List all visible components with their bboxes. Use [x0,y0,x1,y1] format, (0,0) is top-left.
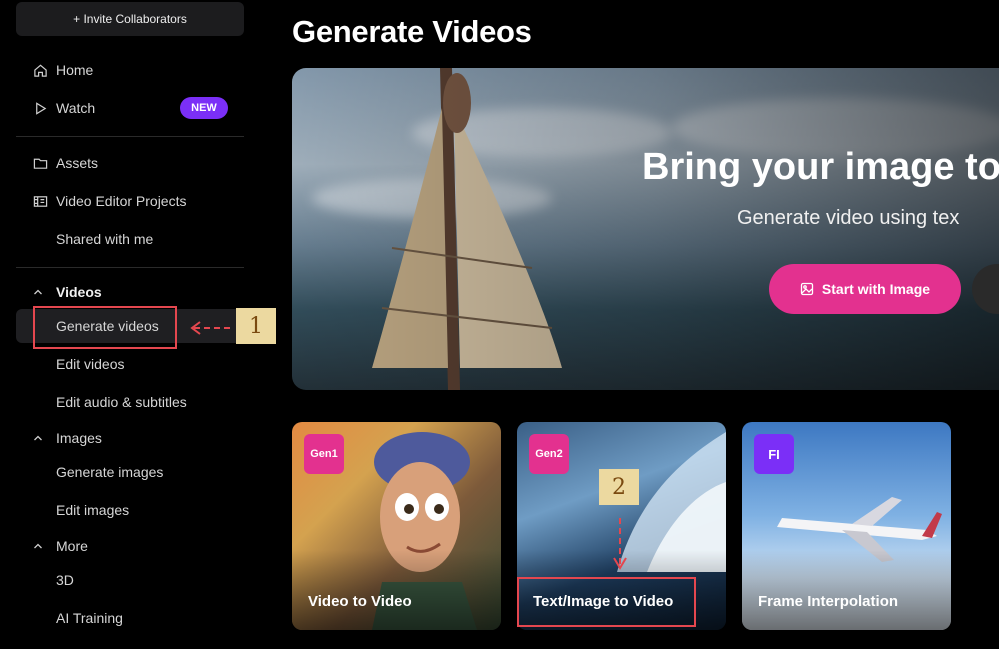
sidebar-item-label: Shared with me [56,231,154,247]
page-title: Generate Videos [292,14,532,49]
hero-banner: Bring your image to Generate video using… [292,68,999,390]
sidebar-item-label: Edit videos [56,356,125,372]
sidebar-item-label: AI Training [56,610,123,626]
step-marker-2: 2 [599,469,639,505]
sidebar-item-label: Video Editor Projects [56,193,187,209]
card-label: Frame Interpolation [758,593,899,610]
hero-subtitle: Generate video using tex [737,207,960,229]
invite-collaborators-button[interactable]: + Invite Collaborators [16,2,244,36]
gen1-badge: Gen1 [304,434,344,474]
sidebar-item-ai-training[interactable]: AI Training [16,601,244,635]
card-fade [292,550,501,630]
sidebar-item-label: 3D [56,572,74,588]
home-icon [32,62,48,78]
chevron-up-icon [32,286,44,298]
new-badge: NEW [180,97,228,119]
sidebar-section-label: Images [56,430,102,446]
sidebar-item-label: Assets [56,155,99,171]
sidebar-item-label: Edit audio & subtitles [56,394,187,410]
highlight-box-generate-videos [33,306,177,349]
divider [16,136,244,137]
sidebar-item-assets[interactable]: Assets [16,146,244,180]
sidebar-item-edit-audio-subtitles[interactable]: Edit audio & subtitles [16,385,244,419]
sidebar-item-label: Edit images [56,502,130,518]
sidebar-item-edit-videos[interactable]: Edit videos [16,347,244,381]
sidebar-item-edit-images[interactable]: Edit images [16,493,244,527]
sidebar-item-home[interactable]: Home [16,53,244,87]
sidebar-item-3d[interactable]: 3D [16,563,244,597]
sidebar-item-shared-with-me[interactable]: Shared with me [16,222,244,256]
gen2-badge: Gen2 [529,434,569,474]
highlight-box-text-image-to-video [517,577,696,627]
arrow-left-icon [190,321,230,335]
sidebar-section-more[interactable]: More [16,529,244,563]
button-label: Start with Image [821,281,931,297]
hero-title: Bring your image to [642,146,999,188]
sidebar-item-label: Watch [56,100,96,116]
film-editor-icon [32,193,48,209]
sidebar-section-videos[interactable]: Videos [16,275,244,309]
chevron-up-icon [32,540,44,552]
sidebar-section-label: More [56,538,88,554]
sidebar-section-label: Videos [56,284,102,300]
card-label: Video to Video [308,593,412,610]
sidebar-item-label: Home [56,62,94,78]
chevron-up-icon [32,432,44,444]
sidebar-item-label: Generate images [56,464,164,480]
card-frame-interpolation[interactable]: FI Frame Interpolation [742,422,951,630]
play-icon [32,100,48,116]
sidebar-section-images[interactable]: Images [16,421,244,455]
divider [16,267,244,268]
image-icon [800,282,814,296]
start-with-image-button[interactable]: Start with Image [769,264,961,314]
card-fade [742,550,951,630]
arrow-down-icon [613,518,627,570]
sidebar-item-video-editor-projects[interactable]: Video Editor Projects [16,184,244,218]
step-marker-1: 1 [236,308,276,344]
folder-icon [32,155,48,171]
card-video-to-video[interactable]: Gen1 Video to Video [292,422,501,630]
sidebar-item-generate-images[interactable]: Generate images [16,455,244,489]
fi-badge: FI [754,434,794,474]
